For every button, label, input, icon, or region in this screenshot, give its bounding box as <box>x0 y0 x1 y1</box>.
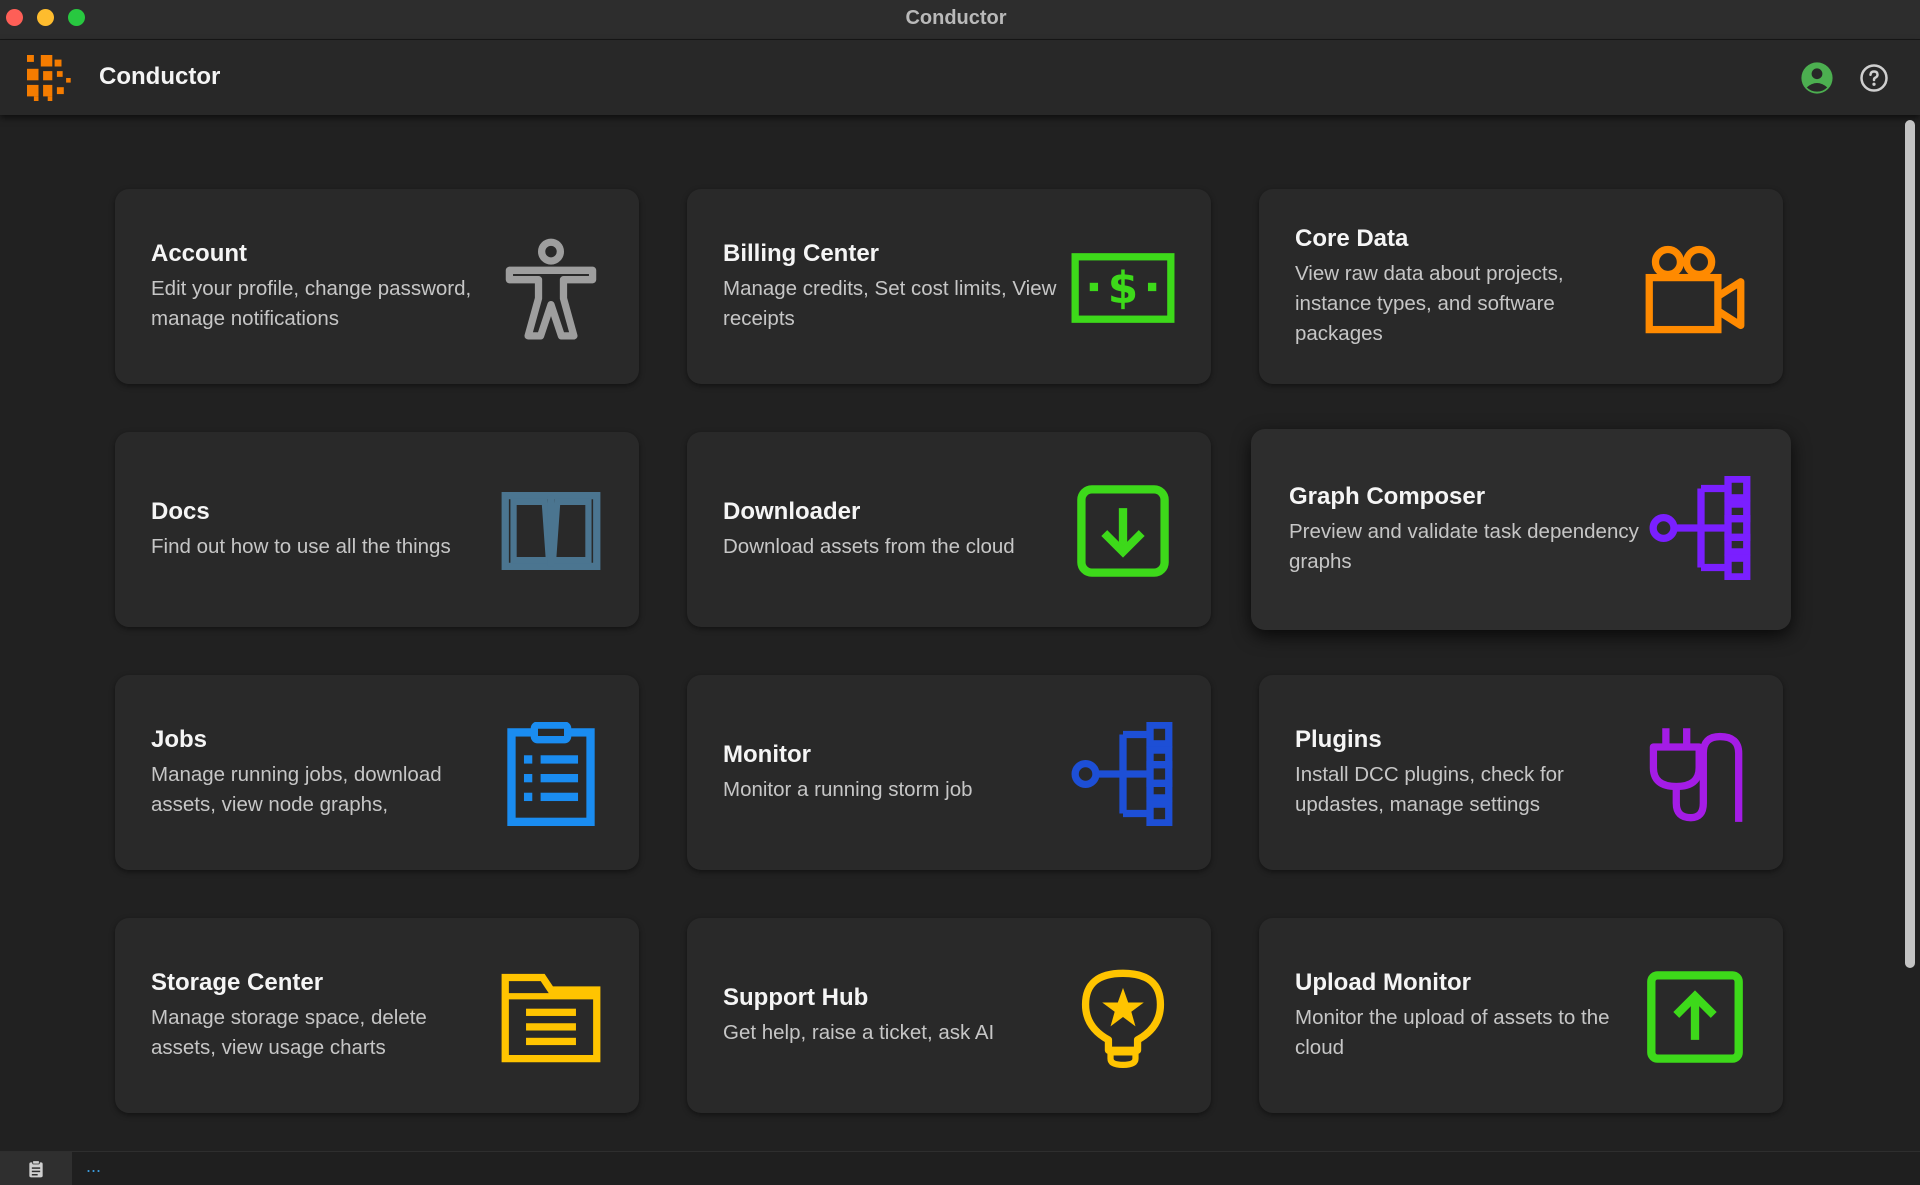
card-text: Support Hub Get help, raise a ticket, as… <box>723 918 1061 1113</box>
card-text: Billing Center Manage credits, Set cost … <box>723 189 1061 384</box>
clipboard-list-icon <box>499 722 603 826</box>
card-plugins[interactable]: Plugins Install DCC plugins, check for u… <box>1259 675 1783 870</box>
card-monitor[interactable]: Monitor Monitor a running storm job <box>687 675 1211 870</box>
card-title: Monitor <box>723 740 811 768</box>
tools-grid: Account Edit your profile, change passwo… <box>0 116 1900 1151</box>
tree-graph-icon <box>1649 476 1753 580</box>
card-title: Graph Composer <box>1289 482 1486 510</box>
card-title: Core Data <box>1295 224 1409 252</box>
card-description: View raw data about projects, instance t… <box>1295 261 1564 345</box>
app-bar: Conductor <box>0 40 1920 115</box>
app-title: Conductor <box>99 63 221 90</box>
window-titlebar[interactable]: Conductor <box>0 0 1920 40</box>
download-icon <box>1071 479 1175 583</box>
card-text: Core Data View raw data about projects, … <box>1295 189 1633 384</box>
tree-graph-icon <box>1071 722 1175 826</box>
card-title: Account <box>151 239 247 267</box>
help-circle-icon <box>1860 64 1888 92</box>
lightbulb-icon <box>1071 965 1175 1069</box>
card-description: Get help, raise a ticket, ask AI <box>723 1020 995 1044</box>
clipboard-icon <box>29 1160 43 1178</box>
card-text: Upload Monitor Monitor the upload of ass… <box>1295 918 1633 1113</box>
card-jobs[interactable]: Jobs Manage running jobs, download asset… <box>115 675 639 870</box>
svg-text:$: $ <box>1108 263 1138 314</box>
card-upload-monitor[interactable]: Upload Monitor Monitor the upload of ass… <box>1259 918 1783 1113</box>
card-text: Docs Find out how to use all the things <box>151 432 489 627</box>
card-billing-center[interactable]: Billing Center Manage credits, Set cost … <box>687 189 1211 384</box>
card-text: Graph Composer Preview and validate task… <box>1289 429 1641 630</box>
help-button[interactable] <box>1857 61 1891 95</box>
card-description: Edit your profile, change password, mana… <box>151 276 472 330</box>
card-text: Plugins Install DCC plugins, check for u… <box>1295 675 1633 870</box>
card-graph-composer[interactable]: Graph Composer Preview and validate task… <box>1251 429 1791 630</box>
folder-icon <box>499 965 603 1069</box>
card-text: Jobs Manage running jobs, download asset… <box>151 675 489 870</box>
card-title: Billing Center <box>723 239 880 267</box>
account-button[interactable] <box>1800 61 1834 95</box>
card-downloader[interactable]: Downloader Download assets from the clou… <box>687 432 1211 627</box>
card-description: Download assets from the cloud <box>723 534 1015 558</box>
card-account[interactable]: Account Edit your profile, change passwo… <box>115 189 639 384</box>
card-title: Docs <box>151 497 210 525</box>
card-support-hub[interactable]: Support Hub Get help, raise a ticket, as… <box>687 918 1211 1113</box>
scrollbar-thumb[interactable] <box>1905 120 1915 968</box>
card-title: Upload Monitor <box>1295 968 1471 996</box>
card-text: Account Edit your profile, change passwo… <box>151 189 489 384</box>
accessibility-icon <box>499 236 603 340</box>
card-description: Find out how to use all the things <box>151 534 451 558</box>
status-text: ... <box>86 1156 102 1176</box>
dollar-bill-icon: $ <box>1071 236 1175 340</box>
card-description: Preview and validate task dependency gra… <box>1289 519 1639 573</box>
card-text: Storage Center Manage storage space, del… <box>151 918 489 1113</box>
card-description: Monitor a running storm job <box>723 777 973 801</box>
video-camera-icon <box>1643 236 1747 340</box>
card-title: Support Hub <box>723 983 869 1011</box>
window-title: Conductor <box>905 7 1007 29</box>
card-text: Downloader Download assets from the clou… <box>723 432 1061 627</box>
status-bar: ... <box>0 1151 1920 1185</box>
card-storage-center[interactable]: Storage Center Manage storage space, del… <box>115 918 639 1113</box>
upload-icon <box>1643 965 1747 1069</box>
card-text: Monitor Monitor a running storm job <box>723 675 1061 870</box>
card-title: Plugins <box>1295 725 1382 753</box>
app-window: Conductor Conductor Account Edit your pr… <box>0 0 1920 1185</box>
card-title: Downloader <box>723 497 861 525</box>
card-description: Install DCC plugins, check for updastes,… <box>1295 762 1564 816</box>
card-title: Storage Center <box>151 968 324 996</box>
card-description: Monitor the upload of assets to the clou… <box>1295 1005 1610 1059</box>
card-docs[interactable]: Docs Find out how to use all the things <box>115 432 639 627</box>
conductor-logo-icon <box>27 55 71 101</box>
book-icon <box>499 479 603 583</box>
card-description: Manage storage space, delete assets, vie… <box>151 1005 427 1059</box>
card-core-data[interactable]: Core Data View raw data about projects, … <box>1259 189 1783 384</box>
account-circle-icon <box>1801 62 1833 94</box>
plug-icon <box>1643 722 1747 826</box>
card-description: Manage credits, Set cost limits, View re… <box>723 276 1057 330</box>
log-button[interactable] <box>0 1152 72 1185</box>
card-description: Manage running jobs, download assets, vi… <box>151 762 442 816</box>
card-title: Jobs <box>151 725 208 753</box>
